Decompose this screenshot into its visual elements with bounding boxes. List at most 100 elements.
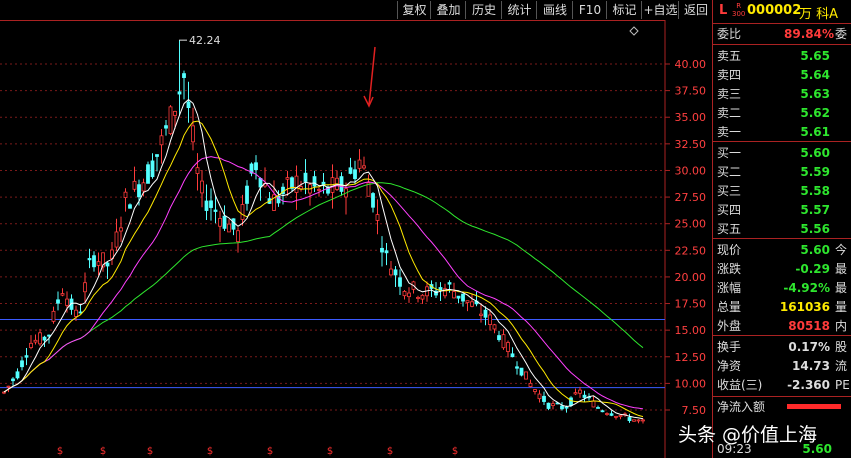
toolbar-button[interactable]: 历史 — [465, 1, 502, 19]
annotation-arrow — [368, 46, 376, 106]
divider — [713, 238, 851, 239]
candle-body — [636, 419, 641, 422]
candle-body — [177, 91, 182, 95]
candle-body — [515, 366, 519, 369]
candle-body — [452, 291, 456, 299]
row-label: 买三 — [717, 184, 742, 198]
candle-body — [542, 395, 546, 402]
row-value: 5.60 — [800, 146, 830, 160]
toolbar-button[interactable]: 标记 — [606, 1, 642, 19]
toolbar-button[interactable]: 复权 — [397, 1, 431, 19]
candle-body — [321, 181, 326, 185]
candle-body — [465, 300, 470, 303]
candle-body — [141, 182, 146, 192]
divider — [713, 44, 851, 45]
candle-body — [236, 230, 240, 243]
candle-body — [227, 223, 231, 233]
dividend-marker: $ — [327, 446, 333, 457]
divider — [713, 335, 851, 336]
row-tail: 最 — [835, 262, 848, 276]
candle-body — [200, 180, 204, 194]
divider — [713, 396, 851, 397]
candle-body — [470, 301, 474, 307]
toolbar-button[interactable]: +自选 — [641, 1, 679, 19]
row-value: 5.64 — [800, 68, 830, 82]
candle-body — [114, 231, 119, 248]
candle-body — [186, 101, 191, 109]
quote-stat-row: 涨跌 -0.29 最 — [715, 260, 850, 278]
candle-body — [65, 298, 69, 306]
quote-stat-row: 外盘 80518 内 — [715, 317, 850, 335]
candle-body — [398, 277, 402, 287]
candle-body — [402, 291, 407, 297]
candle-body — [393, 269, 398, 276]
candle-body — [456, 295, 461, 299]
candle-body — [614, 415, 618, 418]
candle-body — [380, 247, 384, 253]
candle-body — [578, 389, 582, 394]
y-tick-label: 40.00 — [675, 58, 707, 71]
dividend-marker: $ — [207, 446, 213, 457]
candle-body — [317, 189, 321, 191]
candle-body — [533, 389, 537, 392]
candle-body — [551, 403, 555, 406]
sell-level-row: 卖一 5.61 — [715, 123, 850, 141]
candle-body — [528, 382, 533, 387]
netflow-row: 净流入额 — [715, 398, 850, 416]
row-label: 卖四 — [717, 68, 742, 82]
candle-body — [24, 355, 29, 358]
candle-body — [159, 135, 164, 146]
divider — [713, 141, 851, 142]
y-tick-label: 15.00 — [675, 324, 707, 337]
toolbar-button[interactable]: F10 — [572, 1, 607, 19]
toolbar-button[interactable]: 画线 — [536, 1, 573, 19]
stock-code[interactable]: 000002 — [747, 3, 801, 18]
row-value: 5.65 — [800, 49, 830, 63]
stock-name[interactable]: 万 科A — [799, 3, 838, 22]
candle-body — [74, 309, 78, 317]
candle-body — [479, 313, 483, 316]
row-value: 0.17% — [788, 340, 830, 354]
candle-body — [564, 406, 569, 409]
row-label: 涨跌 — [717, 262, 742, 276]
dividend-marker: $ — [387, 446, 393, 457]
market-badge: R 300 — [732, 2, 746, 18]
candle-body — [258, 178, 263, 188]
candle-body — [362, 165, 366, 169]
toolbar-button[interactable]: 统计 — [501, 1, 537, 19]
row-tail: 今 — [835, 243, 848, 257]
quote-stat-row: 现价 5.60 今 — [715, 241, 850, 259]
row-label: 买二 — [717, 165, 742, 179]
row-value: 5.59 — [800, 165, 830, 179]
y-tick-label: 35.00 — [675, 111, 707, 124]
chart-toolbar: 复权 叠加 历史 统计 画线 F10 标记 +自选 返回 — [0, 0, 712, 20]
toolbar-button[interactable]: 返回 — [678, 1, 713, 19]
row-value: 5.57 — [800, 203, 830, 217]
kline-chart-area[interactable]: 40.00 37.50 35.00 32.50 30.00 27.50 25.00 22.50… — [0, 20, 712, 458]
candle-body — [15, 371, 20, 379]
candle-body — [506, 342, 510, 352]
row-label: 买一 — [717, 146, 742, 160]
ma60-line — [3, 182, 644, 393]
candle-body — [560, 405, 564, 410]
y-tick-label: 12.50 — [675, 351, 707, 364]
candle-body — [537, 393, 542, 400]
dividend-marker: $ — [100, 446, 106, 457]
candle-body — [204, 200, 209, 211]
candle-body — [407, 292, 411, 298]
candle-body — [600, 410, 605, 413]
candle-body — [168, 106, 173, 135]
buy-level-row: 买一 5.60 — [715, 144, 850, 162]
toolbar-button[interactable]: 叠加 — [430, 1, 466, 19]
candle-body — [56, 299, 60, 304]
candle-body — [299, 186, 303, 190]
stock-header: L R 300 000002 万 科A — [713, 0, 851, 22]
kline-chart[interactable]: 40.00 37.50 35.00 32.50 30.00 27.50 25.00 22.50… — [0, 20, 712, 458]
y-tick-label: 37.50 — [675, 85, 707, 98]
watermark-text: 头条 @价值上海 — [678, 424, 818, 446]
candle-body — [60, 293, 65, 296]
y-tick-label: 17.50 — [675, 298, 707, 311]
sell-level-row: 卖三 5.63 — [715, 85, 850, 103]
row-tail: 量 — [835, 300, 848, 314]
candle-body — [150, 160, 155, 178]
